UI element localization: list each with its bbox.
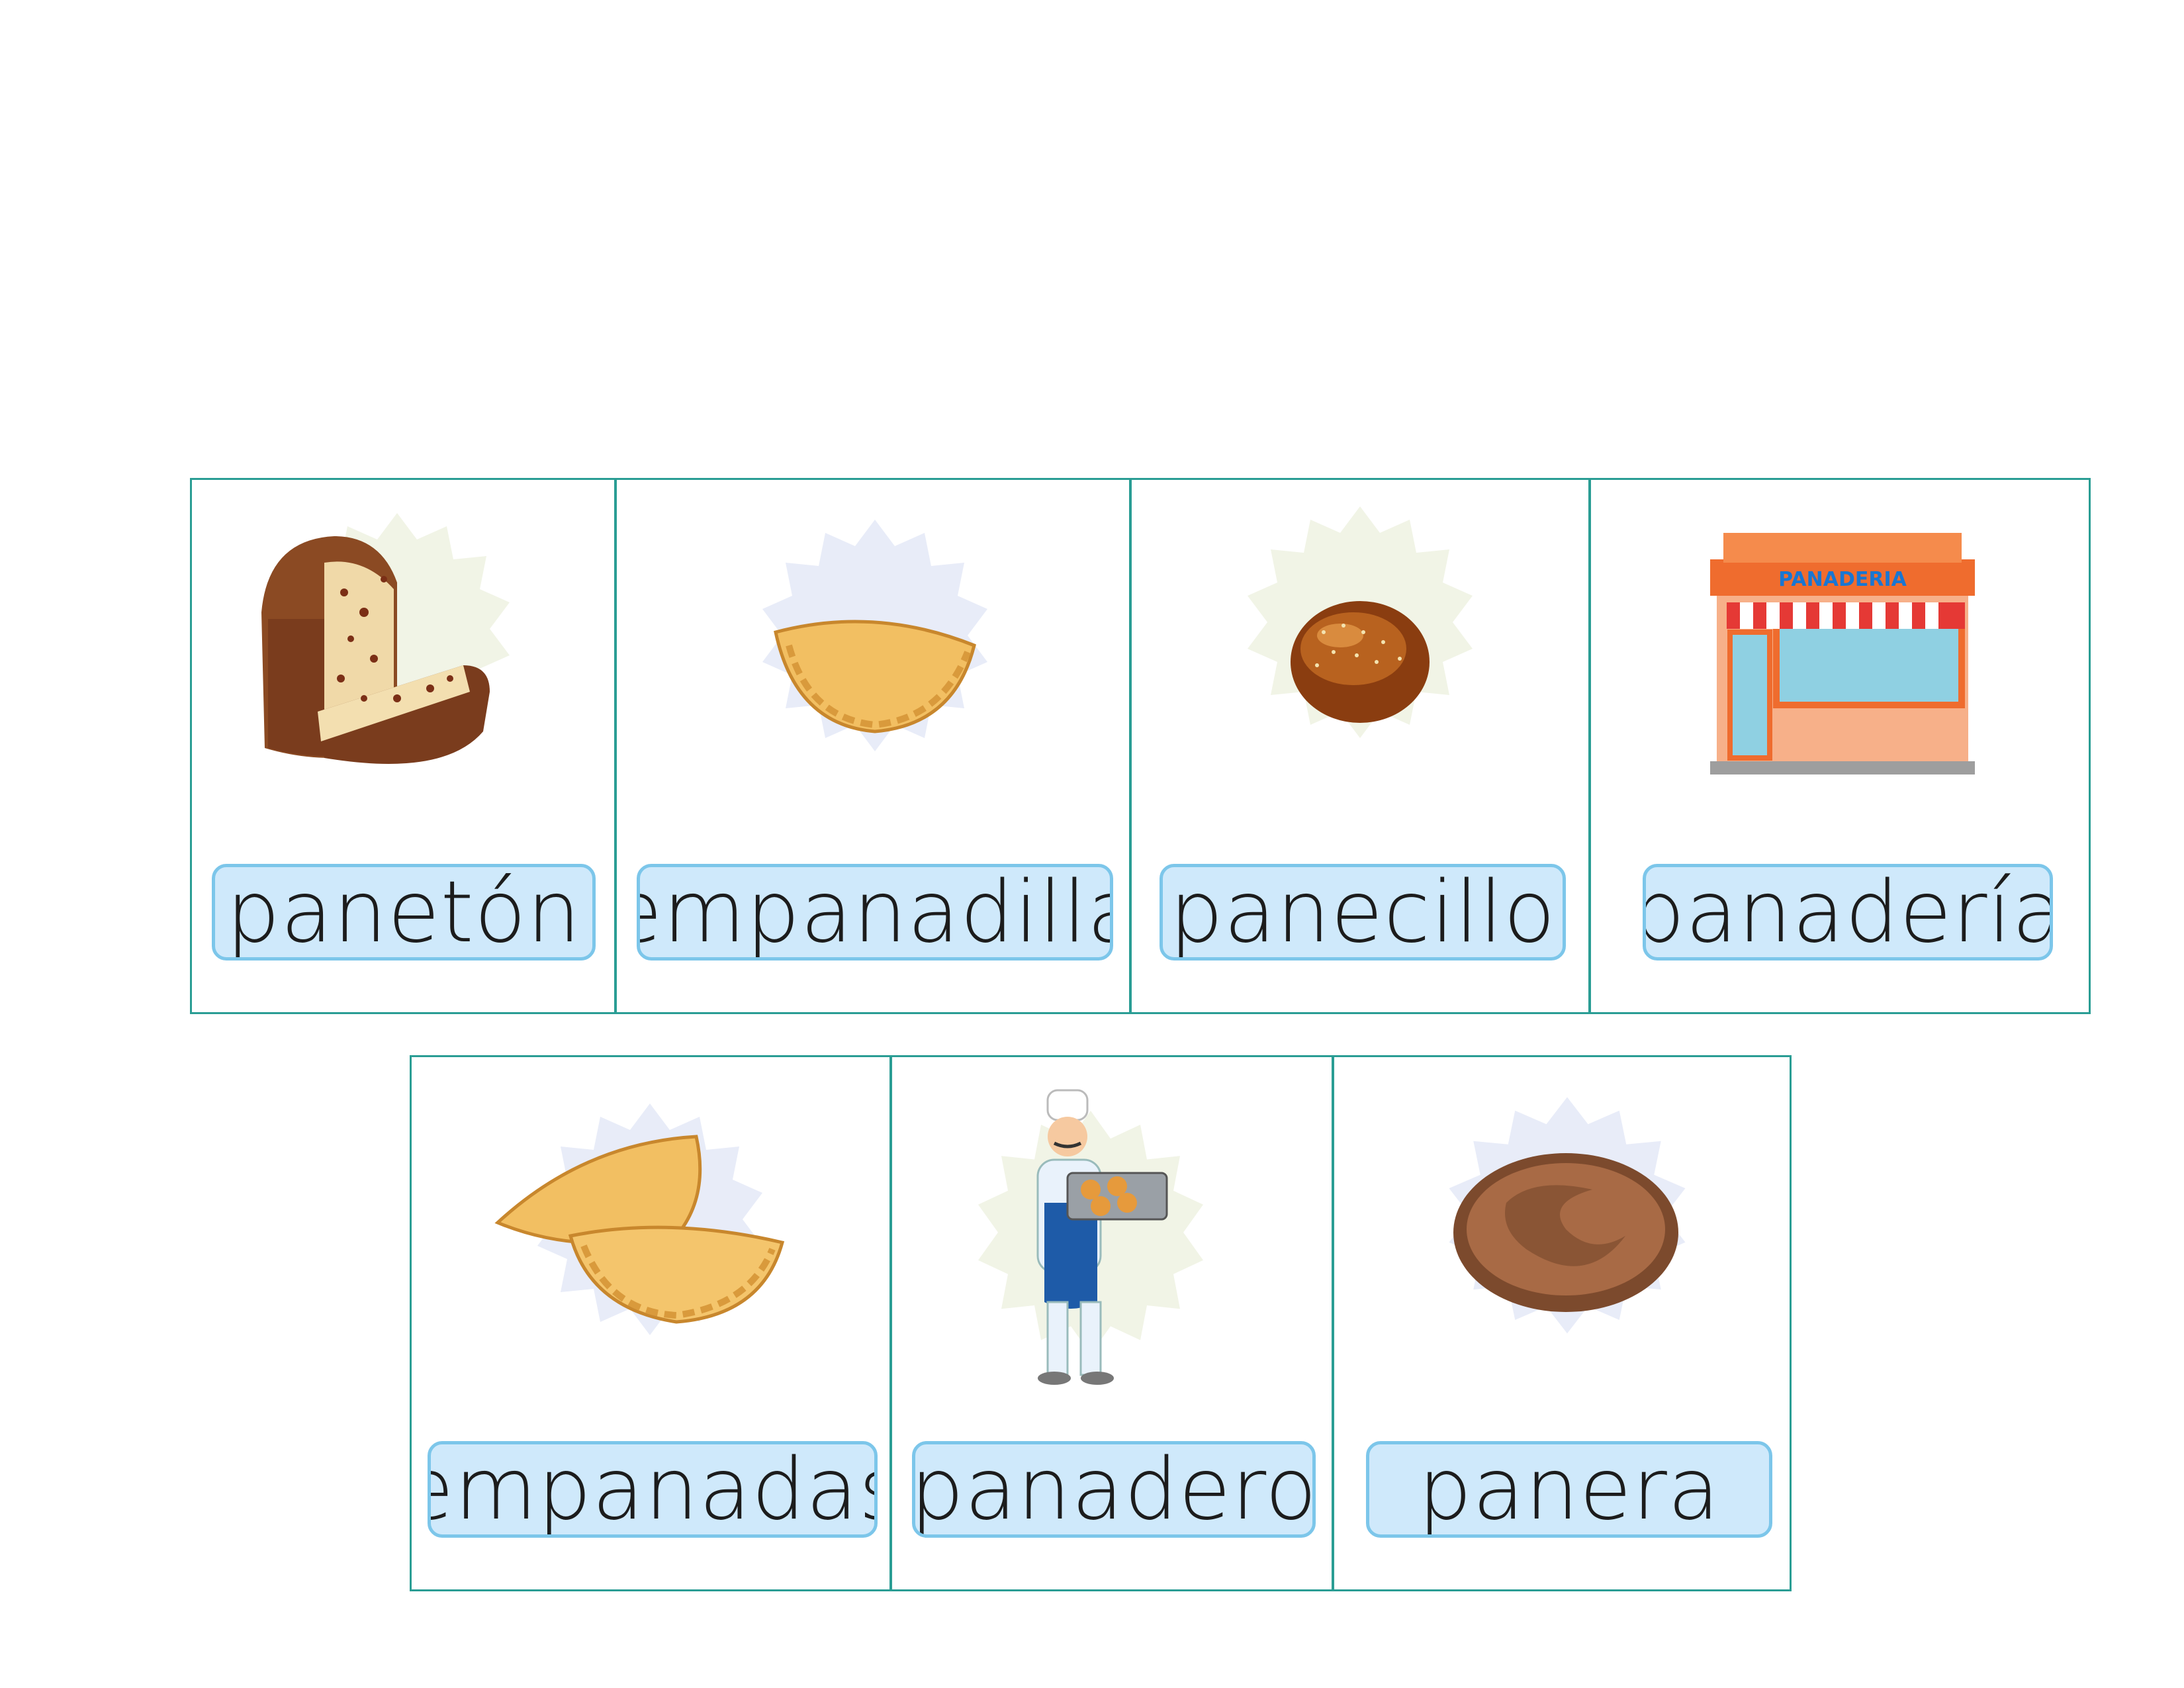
card-paneton: panetón [190,478,616,1014]
card-empanadilla: empanadilla [615,478,1131,1014]
card-panadero: panadero [890,1055,1334,1591]
card-empanadas: empanadas [410,1055,891,1591]
bakery-shop-icon: PANADERIA [1710,533,1975,774]
card-panaderia: PANADERIA panadería [1589,478,2091,1014]
bread-basket-icon [1449,1097,1686,1334]
bread-roll-icon [1248,506,1473,738]
shop-sign-text: PANADERIA [1778,568,1907,591]
word-label-panadero: panadero [912,1441,1316,1538]
word-label-empanadas: empanadas [428,1441,878,1538]
empanadilla-icon [762,520,987,751]
card-panecillo: panecillo [1130,478,1590,1014]
empanadas-icon [494,1103,785,1335]
word-label-paneton: panetón [212,864,596,961]
baker-icon [978,1089,1203,1385]
word-label-panecillo: panecillo [1160,864,1566,961]
word-label-empanadilla: empanadilla [637,864,1113,961]
panettone-icon [261,513,510,764]
word-label-panaderia: panadería [1643,864,2053,961]
word-label-panera: panera [1366,1441,1772,1538]
card-panera: panera [1332,1055,1792,1591]
